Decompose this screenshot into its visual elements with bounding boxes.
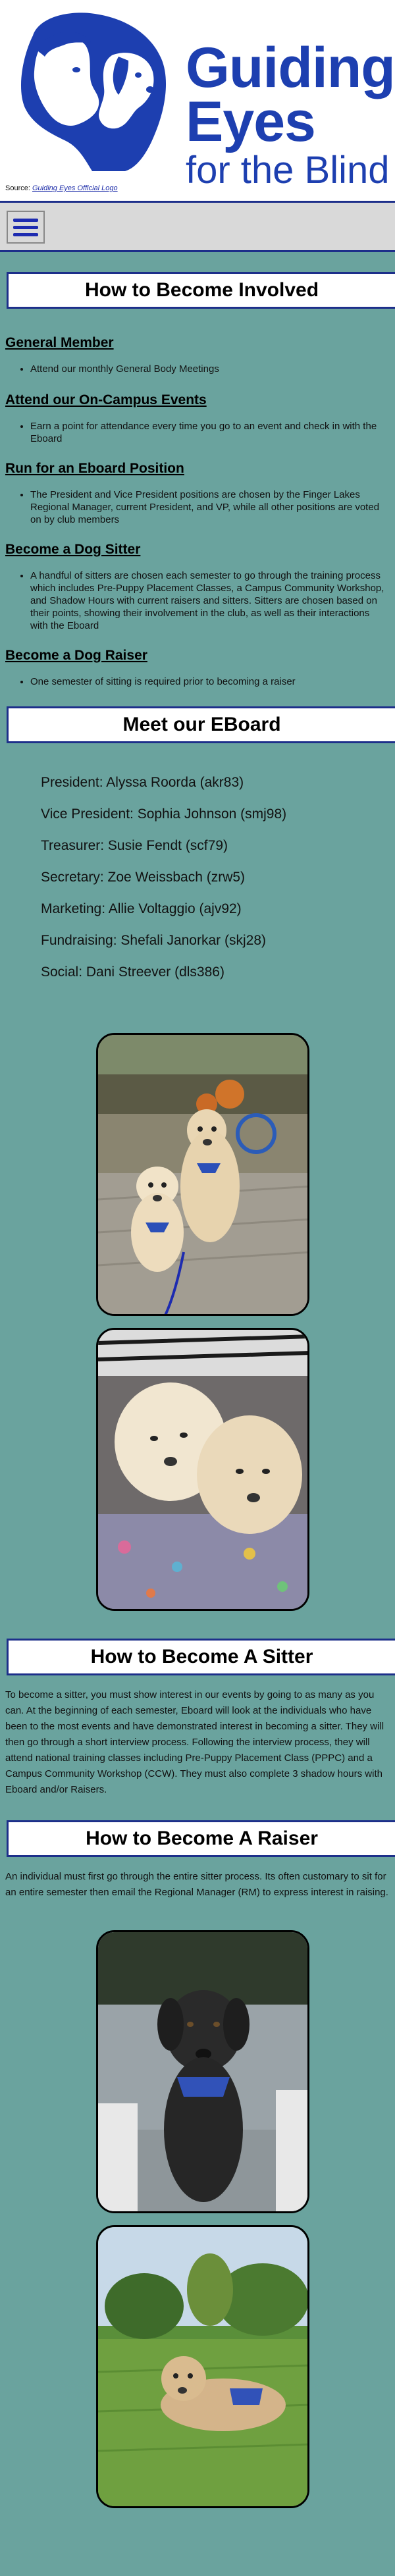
sitter-section-title: How to Become A Sitter bbox=[7, 1639, 395, 1675]
source-prefix: Source: bbox=[5, 184, 32, 192]
eboard-member-vice-president: Vice President: Sophia Johnson (smj98) bbox=[41, 806, 287, 822]
raiser-paragraph: An individual must first go through the … bbox=[5, 1871, 388, 1898]
eboard-member-social: Social: Dani Streever (dls386) bbox=[41, 964, 224, 980]
logo-source: Source: Guiding Eyes Official Logo bbox=[5, 184, 118, 192]
photo-yellow-lab-grass bbox=[96, 2225, 309, 2508]
dog-sitter-bullet: A handful of sitters are chosen each sem… bbox=[30, 569, 390, 632]
eboard-list: President: Alyssa Roorda (akr83) Vice Pr… bbox=[0, 743, 395, 980]
photo-two-labs-rug bbox=[96, 1328, 309, 1611]
photo-black-lab bbox=[96, 1930, 309, 2213]
rug-dogs-image bbox=[98, 1330, 307, 1609]
raiser-section-title: How to Become A Raiser bbox=[7, 1820, 395, 1857]
eboard-section-title: Meet our EBoard bbox=[7, 706, 395, 743]
sitter-paragraph: To become a sitter, you must show intere… bbox=[5, 1689, 384, 1795]
source-link[interactable]: Guiding Eyes Official Logo bbox=[32, 184, 118, 192]
logo-line-3: for the Blind bbox=[186, 149, 390, 192]
eboard-member-marketing: Marketing: Allie Voltaggio (ajv92) bbox=[41, 901, 242, 916]
events-bullet: Earn a point for attendance every time y… bbox=[30, 420, 390, 445]
general-member-heading: General Member bbox=[5, 335, 114, 350]
logo-line-2: Eyes bbox=[186, 90, 316, 153]
eboard-position-heading: Run for an Eboard Position bbox=[5, 461, 184, 476]
grass-dog-image bbox=[98, 2227, 307, 2506]
eboard-member-treasurer: Treasurer: Susie Fendt (scf79) bbox=[41, 838, 228, 853]
events-heading: Attend our On-Campus Events bbox=[5, 392, 207, 407]
involved-section-title: How to Become Involved bbox=[7, 272, 395, 309]
eboard-position-bullet: The President and Vice President positio… bbox=[30, 488, 390, 526]
eboard-member-fundraising: Fundraising: Shefali Janorkar (skj28) bbox=[41, 933, 266, 948]
navbar bbox=[0, 201, 395, 252]
black-lab-image bbox=[98, 1932, 307, 2211]
dog-raiser-heading: Become a Dog Raiser bbox=[5, 648, 147, 663]
dog-sitter-heading: Become a Dog Sitter bbox=[5, 542, 141, 557]
eboard-member-president: President: Alyssa Roorda (akr83) bbox=[41, 775, 244, 790]
eboard-member-secretary: Secretary: Zoe Weissbach (zrw5) bbox=[41, 870, 246, 885]
general-member-bullet: Attend our monthly General Body Meetings bbox=[30, 363, 390, 375]
porch-dogs-image bbox=[98, 1035, 307, 1314]
hamburger-menu-icon[interactable] bbox=[7, 211, 45, 244]
logo-line-1: Guiding bbox=[186, 36, 395, 99]
dog-raiser-bullet: One semester of sitting is required prio… bbox=[30, 675, 390, 688]
involved-list: General Member Attend our monthly Genera… bbox=[0, 309, 395, 688]
guiding-eyes-logo: Guiding Eyes for the Blind bbox=[13, 9, 395, 190]
site-header: Guiding Eyes for the Blind Source: Guidi… bbox=[0, 0, 395, 201]
logo-emblem-icon bbox=[20, 13, 167, 171]
photo-two-labs-porch bbox=[96, 1033, 309, 1316]
logo-wordmark: Guiding Eyes for the Blind bbox=[186, 39, 395, 190]
